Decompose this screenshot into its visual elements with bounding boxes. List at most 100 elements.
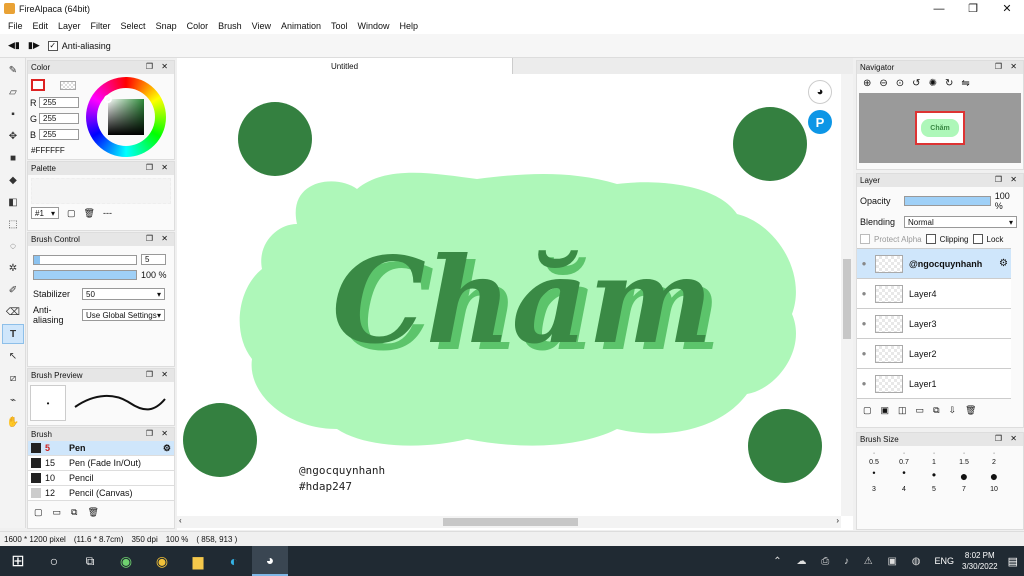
tray-icons[interactable]: ⌃ ☁ ⎙ ♪ ⚠ ▣ ◍	[773, 556, 926, 567]
duplicate-brush-icon[interactable]: ⧉	[71, 507, 77, 518]
new-8bit-layer-icon[interactable]: ▣	[881, 405, 890, 416]
lasso-tool-icon[interactable]: ◌	[2, 236, 24, 256]
rotate-right-icon[interactable]: ↻	[945, 78, 953, 89]
r-input[interactable]: 255	[39, 97, 79, 108]
visibility-icon[interactable]: ●	[857, 289, 871, 298]
menu-select[interactable]: Select	[116, 21, 151, 31]
scroll-left-arrow[interactable]: ‹	[179, 516, 182, 525]
size-dot[interactable]: •	[889, 468, 919, 484]
taskbar-app-icon[interactable]: ◉	[108, 546, 144, 576]
new-1bit-layer-icon[interactable]: ◫	[898, 405, 907, 416]
size-value[interactable]: 3	[859, 486, 889, 493]
flip-icon[interactable]: ⇋	[961, 78, 969, 89]
panel-controls[interactable]: ❐ ✕	[146, 163, 171, 172]
fill-tool-icon[interactable]: ■	[2, 148, 24, 168]
size-dot[interactable]: •	[919, 468, 949, 484]
color-square[interactable]	[108, 99, 144, 135]
rotate-left-icon[interactable]: ↺	[912, 78, 920, 89]
panel-controls[interactable]: ❐ ✕	[995, 175, 1020, 184]
panel-controls[interactable]: ❐ ✕	[146, 370, 171, 379]
scroll-right-arrow[interactable]: ›	[836, 516, 839, 525]
blending-select[interactable]: Normal ▾	[904, 216, 1017, 228]
palette-selector[interactable]: #1 ▾	[31, 207, 59, 219]
operation-tool-icon[interactable]: ↖	[2, 346, 24, 366]
pen-tool-icon[interactable]: ✎	[2, 60, 24, 80]
size-value[interactable]: 2	[979, 459, 1009, 466]
size-value[interactable]: 1	[919, 459, 949, 466]
brush-item[interactable]: 10 Pencil	[28, 471, 174, 486]
close-button[interactable]: ✕	[990, 0, 1024, 17]
size-dot[interactable]: ·	[889, 450, 919, 457]
edge-icon[interactable]: ◐	[216, 546, 252, 576]
chrome-icon[interactable]: ◉	[144, 546, 180, 576]
prev-frame-icon[interactable]: ◀▮	[8, 40, 20, 51]
size-value[interactable]: 0.5	[859, 459, 889, 466]
magic-wand-icon[interactable]: ✲	[2, 258, 24, 278]
menu-brush[interactable]: Brush	[213, 21, 247, 31]
gear-icon[interactable]: ⚙	[163, 443, 171, 454]
folder-icon[interactable]: ▭	[53, 507, 62, 518]
size-value[interactable]: 4	[889, 486, 919, 493]
layer-opacity-slider[interactable]	[903, 196, 991, 206]
windows-start-icon[interactable]: ⊞	[0, 546, 36, 576]
size-value[interactable]: 5	[919, 486, 949, 493]
horizontal-scrollbar[interactable]: ‹ ›	[177, 516, 841, 528]
gear-icon[interactable]: ⚙	[999, 258, 1008, 269]
zoom-out-icon[interactable]: ⊖	[879, 78, 887, 89]
size-value[interactable]: 7	[949, 486, 979, 493]
gradient-tool-icon[interactable]: ◧	[2, 192, 24, 212]
tab-untitled[interactable]: Untitled	[177, 58, 513, 74]
menu-help[interactable]: Help	[395, 21, 424, 31]
divide-tool-icon[interactable]: ⧄	[2, 368, 24, 388]
dot-tool-icon[interactable]: ▪	[2, 104, 24, 124]
drawing-canvas[interactable]: Chăm Chăm @ngocquynhanh #hdap247	[177, 74, 841, 520]
visibility-icon[interactable]: ●	[857, 319, 871, 328]
brush-item[interactable]: 15 Pen (Fade In/Out)	[28, 456, 174, 471]
menu-window[interactable]: Window	[353, 21, 395, 31]
panel-controls[interactable]: ❐ ✕	[995, 434, 1020, 443]
delete-layer-icon[interactable]: 🗑	[965, 405, 976, 416]
eyedropper-icon[interactable]: ⌁	[2, 390, 24, 410]
stabilizer-select[interactable]: 50 ▾	[82, 288, 165, 300]
layer-row[interactable]: ● Layer1	[857, 369, 1011, 399]
size-dot[interactable]: ●	[949, 468, 979, 484]
text-tool-icon[interactable]: T	[2, 324, 24, 344]
hand-tool-icon[interactable]: ✋	[2, 412, 24, 432]
visibility-icon[interactable]: ●	[857, 349, 871, 358]
vertical-scrollbar[interactable]	[841, 74, 853, 516]
bucket-tool-icon[interactable]: ◆	[2, 170, 24, 190]
brush-item[interactable]: 5 Pen ⚙	[28, 441, 174, 456]
new-brush-icon[interactable]: ▢	[34, 507, 43, 518]
language-indicator[interactable]: ENG	[934, 556, 954, 566]
maximize-button[interactable]: ❐	[956, 0, 990, 17]
menu-color[interactable]: Color	[182, 21, 214, 31]
pixiv-icon[interactable]: P	[808, 110, 832, 134]
new-palette-icon[interactable]: ▢	[67, 208, 76, 219]
panel-controls[interactable]: ❐ ✕	[146, 62, 171, 71]
size-value[interactable]: 10	[979, 486, 1009, 493]
delete-brush-icon[interactable]: 🗑	[87, 507, 98, 518]
g-input[interactable]: 255	[39, 113, 79, 124]
b-input[interactable]: 255	[39, 129, 79, 140]
select-pen-icon[interactable]: ✐	[2, 280, 24, 300]
delete-palette-icon[interactable]: 🗑	[84, 208, 95, 219]
menu-view[interactable]: View	[247, 21, 276, 31]
brush-size-slider[interactable]	[33, 254, 137, 265]
panel-controls[interactable]: ❐ ✕	[995, 62, 1020, 71]
size-dot[interactable]: ·	[979, 450, 1009, 457]
size-value[interactable]: 0.7	[889, 459, 919, 466]
menu-edit[interactable]: Edit	[28, 21, 54, 31]
menu-tool[interactable]: Tool	[326, 21, 353, 31]
primary-color-swatch[interactable]	[31, 79, 45, 91]
task-view-icon[interactable]: ⧉	[72, 546, 108, 576]
brush-opacity-slider[interactable]	[33, 270, 137, 280]
brush-item[interactable]: 12 Pencil (Canvas)	[28, 486, 174, 501]
vertical-scroll-thumb[interactable]	[843, 259, 851, 339]
navigator-preview[interactable]: Chăm	[859, 93, 1021, 163]
search-icon[interactable]: ○	[36, 546, 72, 576]
minimize-button[interactable]: —	[922, 0, 956, 17]
notification-icon[interactable]: ▤	[1008, 555, 1018, 568]
size-dot[interactable]: ·	[859, 450, 889, 457]
layer-row[interactable]: ● Layer2	[857, 339, 1011, 369]
brush-antialias-select[interactable]: Use Global Settings ▾	[82, 309, 165, 321]
